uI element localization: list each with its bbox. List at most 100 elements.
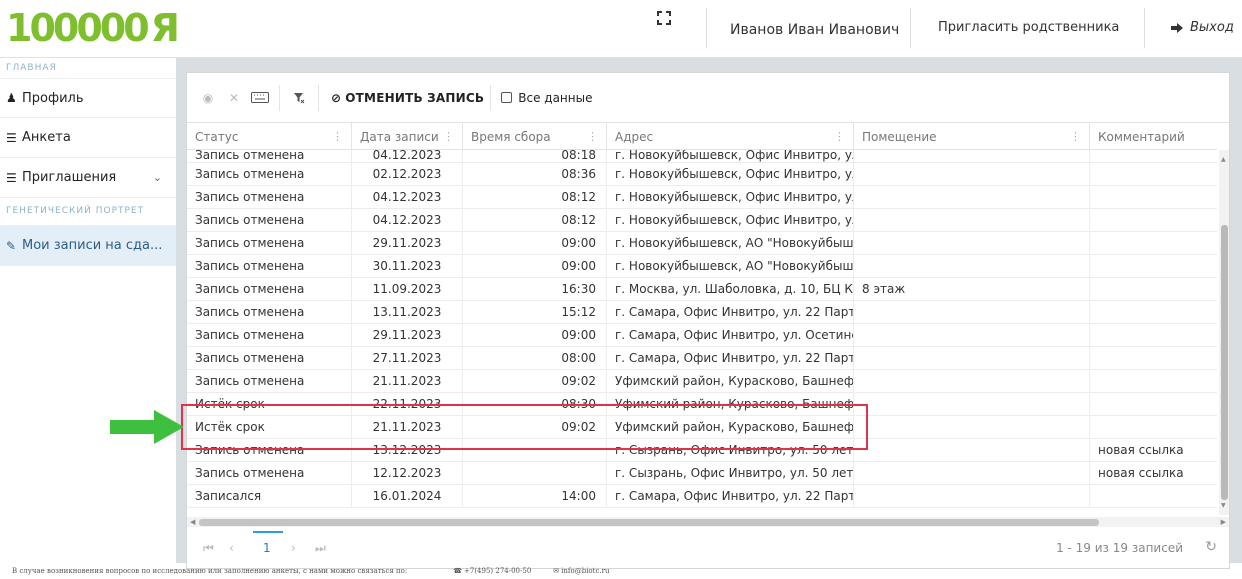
all-data-label: Все данные [518,90,593,105]
cell-status: Запись отменена [187,370,352,392]
cell-address: г. Сызрань, Офис Инвитро, ул. 50 лет Окт [607,462,854,484]
table-row[interactable]: Запись отменена 12.12.2023 г. Сызрань, Офи… [187,462,1217,485]
cell-comment [1090,370,1217,392]
column-header-comment[interactable]: Комментарий [1090,123,1217,150]
table-row[interactable]: Запись отменена 30.11.2023 09:00 г. Новокуй… [187,255,1217,278]
user-name[interactable]: Иванов Иван Иванович [730,22,899,38]
logout-link[interactable]: Выход [1170,20,1234,35]
table-row[interactable]: Запись отменена 02.12.2023 08:36 г. Новокуй… [187,163,1217,186]
cell-address: Уфимский район, Курасково, Башнефть-Д [607,370,854,392]
column-header-address[interactable]: Адрес ⋮ [607,123,854,150]
column-header-status[interactable]: Статус ⋮ [187,123,352,150]
column-menu-icon[interactable]: ⋮ [834,130,845,143]
cell-room [854,370,1090,392]
table-row[interactable]: Запись отменена 13.12.2023 г. Сызрань, Офи… [187,439,1217,462]
cell-room [854,485,1090,507]
cell-room: 8 этаж [854,278,1090,300]
cell-comment [1090,278,1217,300]
contact-phone[interactable]: +7(495) 274-00-50 [464,567,531,575]
cell-room [854,150,1090,162]
cell-status: Запись отменена [187,439,352,461]
scrollbar-thumb[interactable] [1221,225,1228,500]
filter-clear-icon[interactable] [286,88,312,108]
column-title: Помещение [862,129,937,144]
table-row[interactable]: Запись отменена 29.11.2023 09:00 г. Новокуй… [187,232,1217,255]
table-row[interactable]: Запись отменена 04.12.2023 08:12 г. Новокуй… [187,209,1217,232]
cancel-appointment-button[interactable]: ⊘ ОТМЕНИТЬ ЗАПИСЬ [331,91,484,105]
view-icon[interactable]: ◉ [195,88,221,108]
header-divider [910,8,911,48]
cell-comment: новая ссылка [1098,443,1184,457]
cell-address: г. Самара, Офис Инвитро, ул. 22 Партсъез [607,347,854,369]
column-menu-icon[interactable]: ⋮ [443,130,454,143]
invite-relative-link[interactable]: Пригласить родственника [938,20,1119,35]
column-menu-icon[interactable]: ⋮ [332,130,343,143]
cell-time: 08:36 [463,163,607,185]
next-page-icon[interactable]: › [291,541,296,555]
table-row[interactable]: Запись отменена 21.11.2023 09:02 Уфимский р… [187,370,1217,393]
column-header-time[interactable]: Время сбора ⋮ [463,123,607,150]
table-row[interactable]: Истёк срок 21.11.2023 09:02 Уфимский район,… [187,416,1217,439]
sidebar-caption-main: ГЛАВНАЯ [6,63,57,73]
prev-page-icon[interactable]: ‹ [229,541,234,555]
cell-comment [1090,186,1217,208]
table-row[interactable]: Записался 16.01.2024 14:00 г. Самара, Офис … [187,485,1217,508]
scroll-up-icon[interactable]: ▲ [1221,156,1226,163]
cell-time: 08:12 [463,186,607,208]
cell-time: 08:30 [463,393,607,415]
sidebar-item-my-appointments[interactable]: ✎ Мои записи на сда... [0,226,176,266]
scroll-right-icon[interactable]: ▶ [1221,518,1226,526]
clear-icon[interactable]: ✕ [221,88,247,108]
fullscreen-icon[interactable] [656,10,672,26]
cell-time: 08:00 [463,347,607,369]
contact-email[interactable]: info@biotc.ru [561,567,609,575]
scroll-left-icon[interactable]: ◀ [190,518,195,526]
column-header-date[interactable]: Дата записи ⋮ [352,123,463,150]
column-menu-icon[interactable]: ⋮ [587,130,598,143]
cell-comment [1090,324,1217,346]
table-row[interactable]: Запись отменена 11.09.2023 16:30 г. Москва,… [187,278,1217,301]
toolbar-divider [279,84,280,111]
table-row[interactable]: Запись отменена 27.11.2023 08:00 г. Самара,… [187,347,1217,370]
horizontal-scrollbar[interactable]: ◀ ▶ [187,517,1229,527]
sidebar-item-questionnaire[interactable]: ☰ Анкета [0,118,176,158]
page-number[interactable]: 1 [263,541,271,555]
cell-room [854,232,1090,254]
checkbox-box[interactable] [501,92,513,103]
logout-label: Выход [1190,20,1234,35]
column-menu-icon[interactable]: ⋮ [1070,130,1081,143]
vertical-scrollbar[interactable]: ▲ ▼ [1219,150,1229,515]
scrollbar-thumb[interactable] [199,519,1099,526]
cell-address: г. Москва, ул. Шаболовка, д. 10, БЦ Конк… [607,278,854,300]
table-row[interactable]: Запись отменена 04.12.2023 08:12 г. Новокуй… [187,186,1217,209]
table-row[interactable]: Запись отменена 29.11.2023 09:00 г. Самара,… [187,324,1217,347]
cell-address: г. Новокуйбышевск, Офис Инвитро, ул. М [607,150,854,162]
logo-letter: Я [150,6,180,50]
cell-comment: новая ссылка [1098,466,1184,480]
keyboard-icon[interactable] [247,88,273,108]
cell-time: 16:30 [463,278,607,300]
cell-time [463,439,607,461]
table-row[interactable]: Запись отменена 13.11.2023 15:12 г. Самара,… [187,301,1217,324]
scroll-down-icon[interactable]: ▼ [1221,502,1226,509]
cell-address: г. Самара, Офис Инвитро, ул. 22 Партсъез [607,485,854,507]
cell-date: 02.12.2023 [352,163,463,185]
refresh-icon[interactable]: ↻ [1205,539,1217,555]
table-row[interactable]: Истёк срок 22.11.2023 08:30 Уфимский район,… [187,393,1217,416]
last-page-icon[interactable]: ⏭ [315,541,326,556]
column-header-room[interactable]: Помещение ⋮ [854,123,1090,150]
first-page-icon[interactable]: ⏮ [203,541,214,556]
cell-address: г. Новокуйбышевск, Офис Инвитро, ул. М [607,209,854,231]
cell-time: 09:00 [463,255,607,277]
cancel-appointment-label: ОТМЕНИТЬ ЗАПИСЬ [345,90,485,105]
table-row[interactable]: Запись отменена 04.12.2023 08:18 г. Новокуй… [187,150,1217,163]
user-icon: ♟ [6,91,17,105]
logout-icon [1171,22,1183,33]
sidebar-item-profile[interactable]: ♟ Профиль [0,78,176,118]
all-data-checkbox[interactable]: Все данные [501,91,592,105]
sidebar-item-invitations[interactable]: ☰ Приглашения ⌄ [0,158,176,198]
cell-room [854,301,1090,323]
cell-address: г. Новокуйбышевск, АО "Новокуйбышевск [607,232,854,254]
cell-comment [1090,209,1217,231]
logo[interactable]: 100000 Я [6,6,180,50]
